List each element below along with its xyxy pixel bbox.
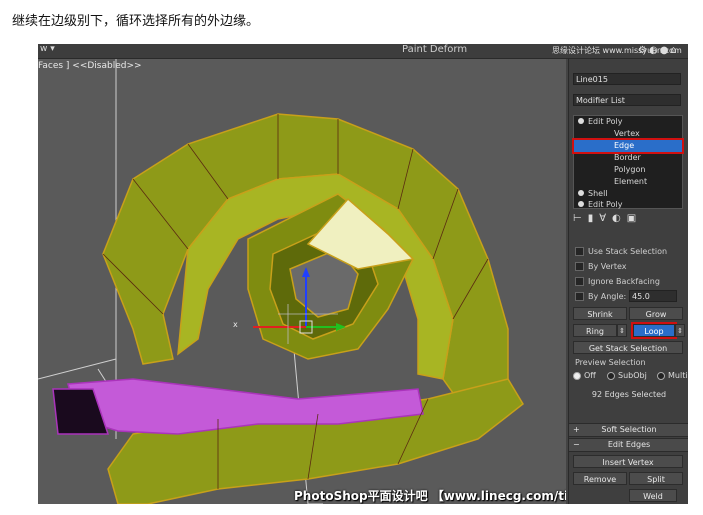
edges-selected-status: 92 Edges Selected <box>591 390 667 399</box>
caption-text: 继续在边级别下，循环选择所有的外边缘。 <box>12 14 260 29</box>
by-vertex-checkbox[interactable]: By Vertex <box>575 262 626 271</box>
get-stack-selection-button[interactable]: Get Stack Selection <box>573 341 683 354</box>
insert-vertex-button[interactable]: Insert Vertex <box>573 455 683 468</box>
modifier-list-dropdown[interactable]: Modifier List <box>573 94 681 106</box>
use-stack-selection-checkbox[interactable]: Use Stack Selection <box>575 247 667 256</box>
stack-item-vertex[interactable]: Vertex <box>614 128 640 140</box>
stack-item-polygon[interactable]: Polygon <box>614 164 645 176</box>
light-bulb-icon[interactable] <box>578 201 584 207</box>
gizmo-x-label: x <box>233 320 238 329</box>
command-panel: Line015 Modifier List Edit Poly Vertex E… <box>568 59 688 504</box>
stack-item-element[interactable]: Element <box>614 176 647 188</box>
stack-item-edit-poly[interactable]: Edit Poly <box>578 116 622 128</box>
app-screenshot: w ▾ Paint Deform 思缘设计论坛 www.missyuan.com… <box>38 44 688 504</box>
viewport[interactable]: x Faces ] <<Disabled>> PhotoShop平面设计吧 【w… <box>38 59 566 504</box>
credit-watermark: PhotoShop平面设计吧 【www.linecg.com/tieba/178… <box>294 489 566 503</box>
object-name-field[interactable]: Line015 <box>573 73 681 85</box>
loop-spinner[interactable]: ⇕ <box>675 324 685 337</box>
preview-multi-radio[interactable]: Multi <box>657 371 688 380</box>
stack-item-edit-poly-2[interactable]: Edit Poly <box>578 199 622 211</box>
stack-tools[interactable]: ⊢▮∀◐▣ <box>573 213 685 227</box>
viewport-label[interactable]: Faces ] <<Disabled>> <box>38 61 142 71</box>
angle-input[interactable]: 45.0 <box>629 290 677 302</box>
title-bar: w ▾ Paint Deform 思缘设计论坛 www.missyuan.com… <box>38 44 688 59</box>
shrink-button[interactable]: Shrink <box>573 307 627 320</box>
panel-tab-icons[interactable]: ⚙◐●⌂ <box>638 45 679 56</box>
light-bulb-icon[interactable] <box>578 118 584 124</box>
stack-item-edge[interactable]: Edge <box>614 140 634 152</box>
viewport-scene: x <box>38 59 524 504</box>
stack-item-border[interactable]: Border <box>614 152 641 164</box>
remove-button[interactable]: Remove <box>573 472 627 485</box>
modifier-stack[interactable]: Edit Poly Vertex Edge Border Polygon Ele… <box>573 115 683 209</box>
grow-button[interactable]: Grow <box>629 307 683 320</box>
preview-subobj-radio[interactable]: SubObj <box>607 371 647 380</box>
ignore-backfacing-checkbox[interactable]: Ignore Backfacing <box>575 277 660 286</box>
window-title: Paint Deform <box>402 44 468 55</box>
split-button[interactable]: Split <box>629 472 683 485</box>
light-bulb-icon[interactable] <box>578 190 584 196</box>
soft-selection-rollout[interactable]: + Soft Selection <box>569 423 688 437</box>
preview-selection-title: Preview Selection <box>575 358 646 367</box>
viewport-menu[interactable]: w ▾ <box>40 44 55 54</box>
edit-edges-rollout[interactable]: − Edit Edges <box>569 438 688 452</box>
by-angle-checkbox[interactable]: By Angle: <box>575 292 626 301</box>
loop-button[interactable]: Loop <box>633 324 675 337</box>
weld-button[interactable]: Weld <box>629 489 677 502</box>
ring-spinner[interactable]: ⇕ <box>617 324 627 337</box>
ring-button[interactable]: Ring <box>573 324 617 337</box>
preview-off-radio[interactable]: Off <box>573 371 596 380</box>
